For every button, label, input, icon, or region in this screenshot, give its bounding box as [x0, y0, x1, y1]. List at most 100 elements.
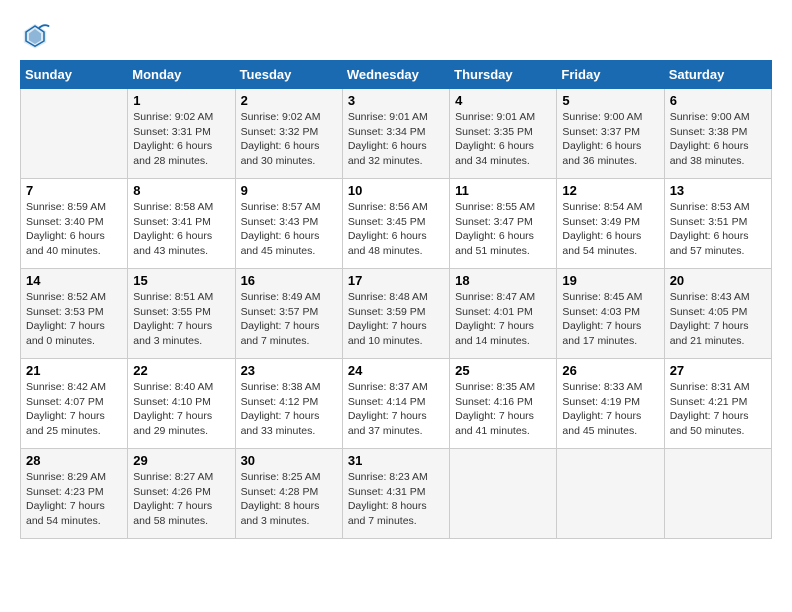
sunset-text: Sunset: 4:03 PM [562, 305, 658, 320]
calendar-day-cell: 16Sunrise: 8:49 AMSunset: 3:57 PMDayligh… [235, 269, 342, 359]
day-number: 31 [348, 453, 444, 468]
daylight-text: Daylight: 6 hours and 57 minutes. [670, 229, 766, 258]
sunset-text: Sunset: 3:38 PM [670, 125, 766, 140]
sunset-text: Sunset: 3:40 PM [26, 215, 122, 230]
day-info: Sunrise: 8:43 AMSunset: 4:05 PMDaylight:… [670, 290, 766, 349]
daylight-text: Daylight: 8 hours and 3 minutes. [241, 499, 337, 528]
sunrise-text: Sunrise: 8:57 AM [241, 200, 337, 215]
calendar-day-cell: 20Sunrise: 8:43 AMSunset: 4:05 PMDayligh… [664, 269, 771, 359]
daylight-text: Daylight: 6 hours and 51 minutes. [455, 229, 551, 258]
sunrise-text: Sunrise: 8:43 AM [670, 290, 766, 305]
sunset-text: Sunset: 3:57 PM [241, 305, 337, 320]
day-number: 14 [26, 273, 122, 288]
day-info: Sunrise: 8:56 AMSunset: 3:45 PMDaylight:… [348, 200, 444, 259]
day-info: Sunrise: 8:57 AMSunset: 3:43 PMDaylight:… [241, 200, 337, 259]
daylight-text: Daylight: 6 hours and 43 minutes. [133, 229, 229, 258]
sunrise-text: Sunrise: 9:02 AM [241, 110, 337, 125]
sunrise-text: Sunrise: 9:01 AM [348, 110, 444, 125]
calendar-day-cell: 3Sunrise: 9:01 AMSunset: 3:34 PMDaylight… [342, 89, 449, 179]
daylight-text: Daylight: 6 hours and 48 minutes. [348, 229, 444, 258]
day-info: Sunrise: 8:23 AMSunset: 4:31 PMDaylight:… [348, 470, 444, 529]
daylight-text: Daylight: 6 hours and 54 minutes. [562, 229, 658, 258]
day-info: Sunrise: 9:01 AMSunset: 3:34 PMDaylight:… [348, 110, 444, 169]
calendar-day-cell: 13Sunrise: 8:53 AMSunset: 3:51 PMDayligh… [664, 179, 771, 269]
calendar-day-cell: 4Sunrise: 9:01 AMSunset: 3:35 PMDaylight… [450, 89, 557, 179]
sunset-text: Sunset: 4:23 PM [26, 485, 122, 500]
day-number: 21 [26, 363, 122, 378]
day-number: 27 [670, 363, 766, 378]
logo [20, 20, 54, 50]
day-number: 6 [670, 93, 766, 108]
sunset-text: Sunset: 4:31 PM [348, 485, 444, 500]
calendar-week-row: 28Sunrise: 8:29 AMSunset: 4:23 PMDayligh… [21, 449, 772, 539]
sunrise-text: Sunrise: 8:55 AM [455, 200, 551, 215]
calendar-day-cell: 5 Sunrise: 9:00 AMSunset: 3:37 PMDaylight… [557, 89, 664, 179]
daylight-text: Daylight: 7 hours and 25 minutes. [26, 409, 122, 438]
calendar-day-cell: 22 Sunrise: 8:40 AMSunset: 4:10 PMDayligh… [128, 359, 235, 449]
sunrise-text: Sunrise: 8:38 AM [241, 380, 337, 395]
day-number: 2 [241, 93, 337, 108]
calendar-table: Sunday Monday Tuesday Wednesday Thursday… [20, 60, 772, 539]
calendar-day-cell: 23Sunrise: 8:38 AMSunset: 4:12 PMDayligh… [235, 359, 342, 449]
day-info: Sunrise: 8:54 AMSunset: 3:49 PMDaylight:… [562, 200, 658, 259]
sunset-text: Sunset: 4:19 PM [562, 395, 658, 410]
day-info: Sunrise: 8:25 AMSunset: 4:28 PMDaylight:… [241, 470, 337, 529]
daylight-text: Daylight: 7 hours and 50 minutes. [670, 409, 766, 438]
sunset-text: Sunset: 3:31 PM [133, 125, 229, 140]
day-info: Sunrise: 9:01 AMSunset: 3:35 PMDaylight:… [455, 110, 551, 169]
daylight-text: Daylight: 7 hours and 21 minutes. [670, 319, 766, 348]
daylight-text: Daylight: 6 hours and 40 minutes. [26, 229, 122, 258]
day-info: Sunrise: 8:52 AMSunset: 3:53 PMDaylight:… [26, 290, 122, 349]
daylight-text: Daylight: 7 hours and 54 minutes. [26, 499, 122, 528]
sunrise-text: Sunrise: 8:37 AM [348, 380, 444, 395]
sunrise-text: Sunrise: 9:00 AM [670, 110, 766, 125]
sunset-text: Sunset: 3:37 PM [562, 125, 658, 140]
sunrise-text: Sunrise: 8:33 AM [562, 380, 658, 395]
sunset-text: Sunset: 3:32 PM [241, 125, 337, 140]
daylight-text: Daylight: 6 hours and 32 minutes. [348, 139, 444, 168]
daylight-text: Daylight: 6 hours and 36 minutes. [562, 139, 658, 168]
day-number: 8 [133, 183, 229, 198]
day-number: 5 [562, 93, 658, 108]
daylight-text: Daylight: 6 hours and 38 minutes. [670, 139, 766, 168]
sunrise-text: Sunrise: 8:25 AM [241, 470, 337, 485]
day-info: Sunrise: 8:51 AMSunset: 3:55 PMDaylight:… [133, 290, 229, 349]
daylight-text: Daylight: 8 hours and 7 minutes. [348, 499, 444, 528]
day-number: 22 [133, 363, 229, 378]
day-info: Sunrise: 8:49 AMSunset: 3:57 PMDaylight:… [241, 290, 337, 349]
sunset-text: Sunset: 4:01 PM [455, 305, 551, 320]
daylight-text: Daylight: 7 hours and 7 minutes. [241, 319, 337, 348]
col-tuesday: Tuesday [235, 61, 342, 89]
sunrise-text: Sunrise: 8:48 AM [348, 290, 444, 305]
sunrise-text: Sunrise: 9:02 AM [133, 110, 229, 125]
calendar-day-cell: 7Sunrise: 8:59 AMSunset: 3:40 PMDaylight… [21, 179, 128, 269]
day-info: Sunrise: 8:31 AMSunset: 4:21 PMDaylight:… [670, 380, 766, 439]
day-number: 15 [133, 273, 229, 288]
sunset-text: Sunset: 3:47 PM [455, 215, 551, 230]
page-header [20, 20, 772, 50]
sunset-text: Sunset: 3:35 PM [455, 125, 551, 140]
daylight-text: Daylight: 7 hours and 14 minutes. [455, 319, 551, 348]
calendar-day-cell: 6 Sunrise: 9:00 AMSunset: 3:38 PMDaylight… [664, 89, 771, 179]
calendar-week-row: 14 Sunrise: 8:52 AMSunset: 3:53 PMDayligh… [21, 269, 772, 359]
calendar-day-cell: 12 Sunrise: 8:54 AMSunset: 3:49 PMDayligh… [557, 179, 664, 269]
day-number: 10 [348, 183, 444, 198]
daylight-text: Daylight: 7 hours and 0 minutes. [26, 319, 122, 348]
sunrise-text: Sunrise: 8:51 AM [133, 290, 229, 305]
day-number: 9 [241, 183, 337, 198]
calendar-week-row: 1Sunrise: 9:02 AMSunset: 3:31 PMDaylight… [21, 89, 772, 179]
col-sunday: Sunday [21, 61, 128, 89]
calendar-day-cell: 17Sunrise: 8:48 AMSunset: 3:59 PMDayligh… [342, 269, 449, 359]
day-number: 12 [562, 183, 658, 198]
sunset-text: Sunset: 3:41 PM [133, 215, 229, 230]
day-number: 25 [455, 363, 551, 378]
day-info: Sunrise: 8:58 AMSunset: 3:41 PMDaylight:… [133, 200, 229, 259]
calendar-day-cell: 14 Sunrise: 8:52 AMSunset: 3:53 PMDayligh… [21, 269, 128, 359]
day-info: Sunrise: 8:35 AMSunset: 4:16 PMDaylight:… [455, 380, 551, 439]
calendar-day-cell: 19Sunrise: 8:45 AMSunset: 4:03 PMDayligh… [557, 269, 664, 359]
calendar-day-cell: 15 Sunrise: 8:51 AMSunset: 3:55 PMDayligh… [128, 269, 235, 359]
sunrise-text: Sunrise: 8:45 AM [562, 290, 658, 305]
day-info: Sunrise: 8:40 AMSunset: 4:10 PMDaylight:… [133, 380, 229, 439]
day-info: Sunrise: 9:00 AMSunset: 3:37 PMDaylight:… [562, 110, 658, 169]
day-info: Sunrise: 8:37 AMSunset: 4:14 PMDaylight:… [348, 380, 444, 439]
